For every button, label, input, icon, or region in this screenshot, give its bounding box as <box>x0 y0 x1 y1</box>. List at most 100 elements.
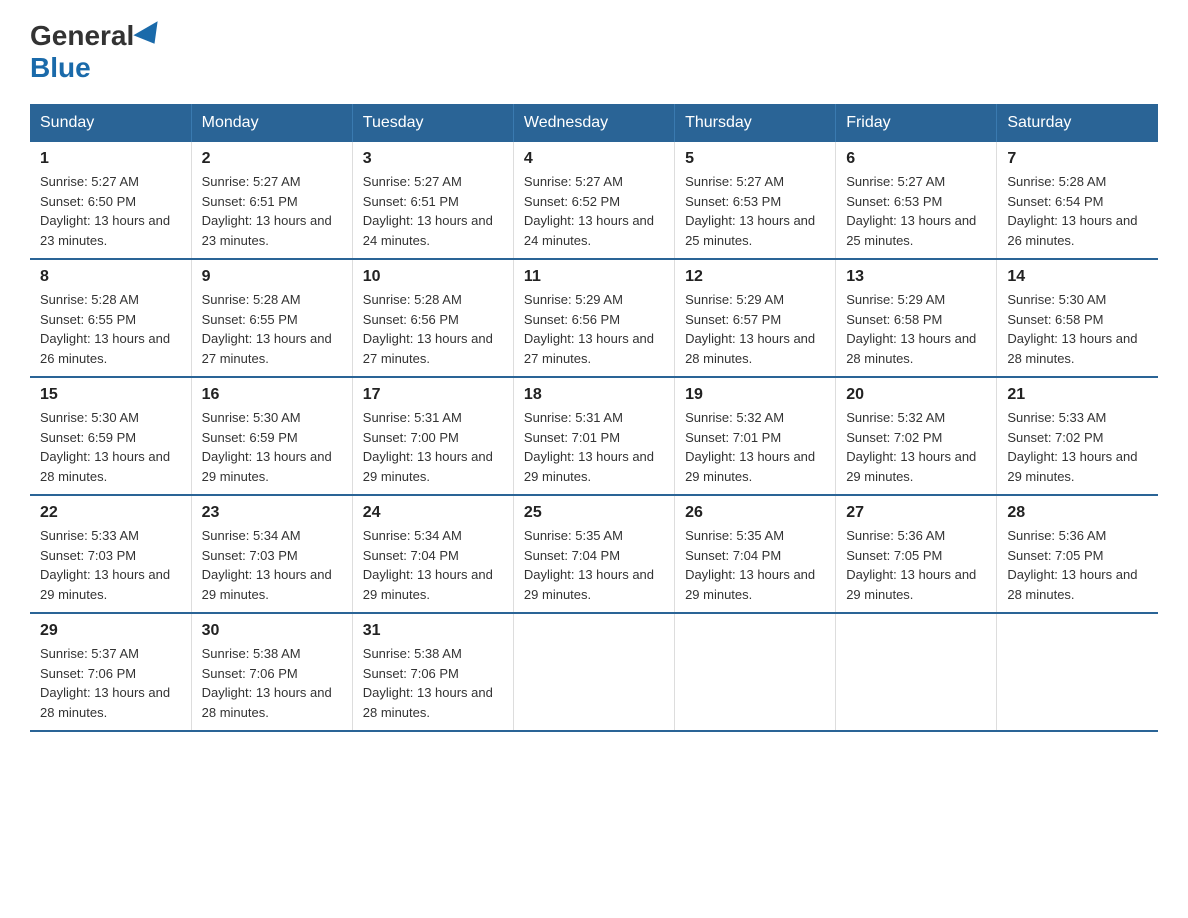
day-number: 18 <box>524 386 664 404</box>
calendar-cell <box>997 613 1158 731</box>
day-info: Sunrise: 5:27 AMSunset: 6:51 PMDaylight:… <box>363 172 503 250</box>
weekday-header-saturday: Saturday <box>997 104 1158 142</box>
day-number: 2 <box>202 150 342 168</box>
day-info: Sunrise: 5:28 AMSunset: 6:56 PMDaylight:… <box>363 290 503 368</box>
day-info: Sunrise: 5:36 AMSunset: 7:05 PMDaylight:… <box>1007 526 1148 604</box>
day-number: 19 <box>685 386 825 404</box>
calendar-week-row: 15 Sunrise: 5:30 AMSunset: 6:59 PMDaylig… <box>30 377 1158 495</box>
weekday-header-wednesday: Wednesday <box>513 104 674 142</box>
day-number: 25 <box>524 504 664 522</box>
day-number: 17 <box>363 386 503 404</box>
calendar-cell: 18 Sunrise: 5:31 AMSunset: 7:01 PMDaylig… <box>513 377 674 495</box>
day-info: Sunrise: 5:27 AMSunset: 6:52 PMDaylight:… <box>524 172 664 250</box>
day-info: Sunrise: 5:35 AMSunset: 7:04 PMDaylight:… <box>524 526 664 604</box>
calendar-cell: 15 Sunrise: 5:30 AMSunset: 6:59 PMDaylig… <box>30 377 191 495</box>
day-number: 13 <box>846 268 986 286</box>
day-number: 16 <box>202 386 342 404</box>
calendar-cell: 7 Sunrise: 5:28 AMSunset: 6:54 PMDayligh… <box>997 142 1158 259</box>
logo-general-text: General <box>30 20 134 52</box>
logo-blue-text: Blue <box>30 52 91 84</box>
day-info: Sunrise: 5:27 AMSunset: 6:53 PMDaylight:… <box>685 172 825 250</box>
day-number: 7 <box>1007 150 1148 168</box>
day-number: 15 <box>40 386 181 404</box>
calendar-cell: 23 Sunrise: 5:34 AMSunset: 7:03 PMDaylig… <box>191 495 352 613</box>
weekday-header-friday: Friday <box>836 104 997 142</box>
day-number: 24 <box>363 504 503 522</box>
weekday-header-sunday: Sunday <box>30 104 191 142</box>
day-info: Sunrise: 5:29 AMSunset: 6:58 PMDaylight:… <box>846 290 986 368</box>
weekday-header-monday: Monday <box>191 104 352 142</box>
calendar-cell: 20 Sunrise: 5:32 AMSunset: 7:02 PMDaylig… <box>836 377 997 495</box>
day-info: Sunrise: 5:30 AMSunset: 6:59 PMDaylight:… <box>40 408 181 486</box>
calendar-cell: 28 Sunrise: 5:36 AMSunset: 7:05 PMDaylig… <box>997 495 1158 613</box>
day-info: Sunrise: 5:36 AMSunset: 7:05 PMDaylight:… <box>846 526 986 604</box>
calendar-table: SundayMondayTuesdayWednesdayThursdayFrid… <box>30 104 1158 732</box>
calendar-cell: 19 Sunrise: 5:32 AMSunset: 7:01 PMDaylig… <box>675 377 836 495</box>
calendar-cell <box>836 613 997 731</box>
calendar-cell: 5 Sunrise: 5:27 AMSunset: 6:53 PMDayligh… <box>675 142 836 259</box>
calendar-cell: 13 Sunrise: 5:29 AMSunset: 6:58 PMDaylig… <box>836 259 997 377</box>
calendar-cell: 3 Sunrise: 5:27 AMSunset: 6:51 PMDayligh… <box>352 142 513 259</box>
day-number: 6 <box>846 150 986 168</box>
calendar-week-row: 8 Sunrise: 5:28 AMSunset: 6:55 PMDayligh… <box>30 259 1158 377</box>
day-info: Sunrise: 5:32 AMSunset: 7:01 PMDaylight:… <box>685 408 825 486</box>
calendar-cell: 26 Sunrise: 5:35 AMSunset: 7:04 PMDaylig… <box>675 495 836 613</box>
day-info: Sunrise: 5:34 AMSunset: 7:04 PMDaylight:… <box>363 526 503 604</box>
day-number: 29 <box>40 622 181 640</box>
calendar-week-row: 1 Sunrise: 5:27 AMSunset: 6:50 PMDayligh… <box>30 142 1158 259</box>
weekday-header-row: SundayMondayTuesdayWednesdayThursdayFrid… <box>30 104 1158 142</box>
day-info: Sunrise: 5:31 AMSunset: 7:00 PMDaylight:… <box>363 408 503 486</box>
day-info: Sunrise: 5:28 AMSunset: 6:55 PMDaylight:… <box>40 290 181 368</box>
day-info: Sunrise: 5:27 AMSunset: 6:53 PMDaylight:… <box>846 172 986 250</box>
day-number: 5 <box>685 150 825 168</box>
calendar-cell: 16 Sunrise: 5:30 AMSunset: 6:59 PMDaylig… <box>191 377 352 495</box>
day-number: 10 <box>363 268 503 286</box>
day-info: Sunrise: 5:28 AMSunset: 6:54 PMDaylight:… <box>1007 172 1148 250</box>
day-number: 31 <box>363 622 503 640</box>
day-info: Sunrise: 5:27 AMSunset: 6:51 PMDaylight:… <box>202 172 342 250</box>
calendar-cell: 12 Sunrise: 5:29 AMSunset: 6:57 PMDaylig… <box>675 259 836 377</box>
day-info: Sunrise: 5:38 AMSunset: 7:06 PMDaylight:… <box>202 644 342 722</box>
calendar-cell: 22 Sunrise: 5:33 AMSunset: 7:03 PMDaylig… <box>30 495 191 613</box>
calendar-cell: 11 Sunrise: 5:29 AMSunset: 6:56 PMDaylig… <box>513 259 674 377</box>
calendar-cell: 24 Sunrise: 5:34 AMSunset: 7:04 PMDaylig… <box>352 495 513 613</box>
day-number: 8 <box>40 268 181 286</box>
day-info: Sunrise: 5:29 AMSunset: 6:56 PMDaylight:… <box>524 290 664 368</box>
calendar-cell: 1 Sunrise: 5:27 AMSunset: 6:50 PMDayligh… <box>30 142 191 259</box>
calendar-cell <box>675 613 836 731</box>
calendar-cell: 25 Sunrise: 5:35 AMSunset: 7:04 PMDaylig… <box>513 495 674 613</box>
day-info: Sunrise: 5:37 AMSunset: 7:06 PMDaylight:… <box>40 644 181 722</box>
calendar-cell: 10 Sunrise: 5:28 AMSunset: 6:56 PMDaylig… <box>352 259 513 377</box>
calendar-cell: 30 Sunrise: 5:38 AMSunset: 7:06 PMDaylig… <box>191 613 352 731</box>
day-number: 4 <box>524 150 664 168</box>
logo-arrow-icon <box>134 21 167 51</box>
day-info: Sunrise: 5:35 AMSunset: 7:04 PMDaylight:… <box>685 526 825 604</box>
day-number: 3 <box>363 150 503 168</box>
logo: General Blue <box>30 20 166 84</box>
calendar-header: SundayMondayTuesdayWednesdayThursdayFrid… <box>30 104 1158 142</box>
day-number: 23 <box>202 504 342 522</box>
weekday-header-thursday: Thursday <box>675 104 836 142</box>
calendar-cell: 2 Sunrise: 5:27 AMSunset: 6:51 PMDayligh… <box>191 142 352 259</box>
calendar-cell: 8 Sunrise: 5:28 AMSunset: 6:55 PMDayligh… <box>30 259 191 377</box>
calendar-body: 1 Sunrise: 5:27 AMSunset: 6:50 PMDayligh… <box>30 142 1158 731</box>
weekday-header-tuesday: Tuesday <box>352 104 513 142</box>
day-info: Sunrise: 5:34 AMSunset: 7:03 PMDaylight:… <box>202 526 342 604</box>
day-info: Sunrise: 5:27 AMSunset: 6:50 PMDaylight:… <box>40 172 181 250</box>
day-info: Sunrise: 5:33 AMSunset: 7:02 PMDaylight:… <box>1007 408 1148 486</box>
day-number: 11 <box>524 268 664 286</box>
day-number: 26 <box>685 504 825 522</box>
calendar-week-row: 29 Sunrise: 5:37 AMSunset: 7:06 PMDaylig… <box>30 613 1158 731</box>
day-number: 27 <box>846 504 986 522</box>
calendar-cell: 29 Sunrise: 5:37 AMSunset: 7:06 PMDaylig… <box>30 613 191 731</box>
day-info: Sunrise: 5:32 AMSunset: 7:02 PMDaylight:… <box>846 408 986 486</box>
calendar-cell: 14 Sunrise: 5:30 AMSunset: 6:58 PMDaylig… <box>997 259 1158 377</box>
day-number: 12 <box>685 268 825 286</box>
calendar-cell: 4 Sunrise: 5:27 AMSunset: 6:52 PMDayligh… <box>513 142 674 259</box>
day-info: Sunrise: 5:28 AMSunset: 6:55 PMDaylight:… <box>202 290 342 368</box>
day-number: 22 <box>40 504 181 522</box>
calendar-cell: 31 Sunrise: 5:38 AMSunset: 7:06 PMDaylig… <box>352 613 513 731</box>
day-info: Sunrise: 5:29 AMSunset: 6:57 PMDaylight:… <box>685 290 825 368</box>
calendar-cell: 17 Sunrise: 5:31 AMSunset: 7:00 PMDaylig… <box>352 377 513 495</box>
day-info: Sunrise: 5:30 AMSunset: 6:58 PMDaylight:… <box>1007 290 1148 368</box>
